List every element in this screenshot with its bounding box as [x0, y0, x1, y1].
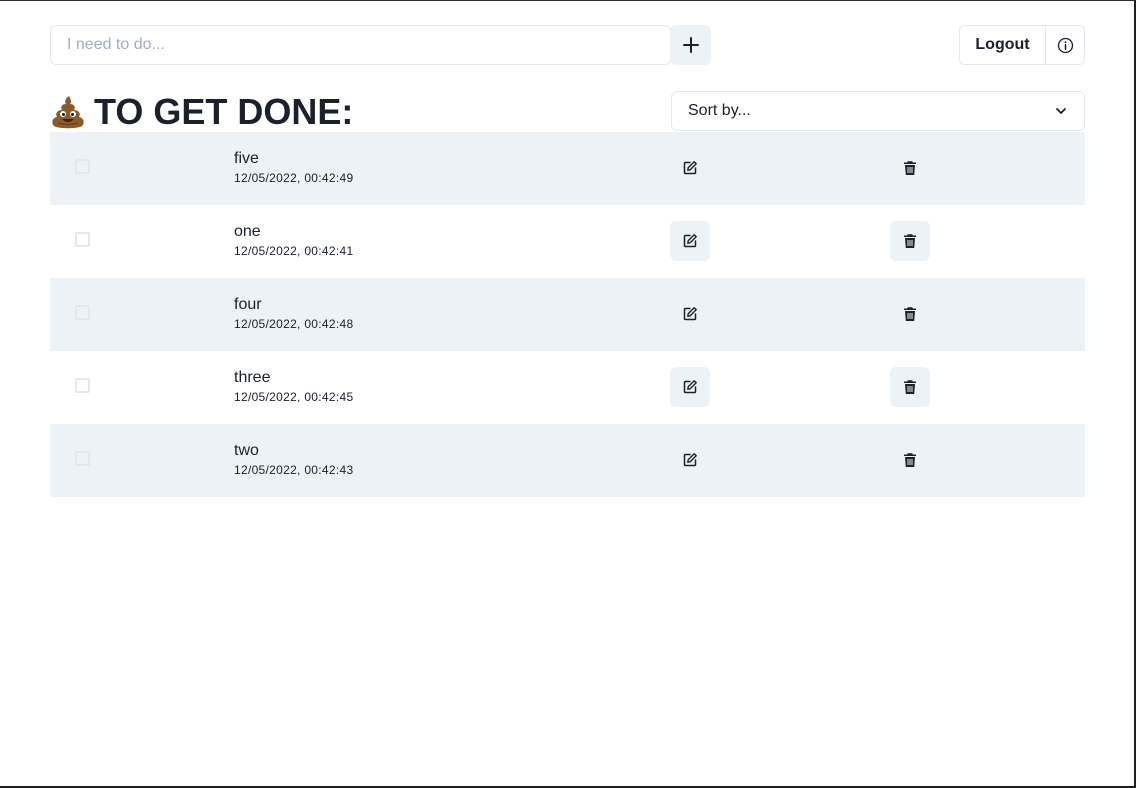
- trash-icon: [904, 453, 916, 467]
- delete-task-button[interactable]: [890, 221, 930, 261]
- task-date: 12/05/2022, 00:42:45: [234, 390, 354, 404]
- edit-task-button[interactable]: [670, 440, 710, 480]
- task-date: 12/05/2022, 00:42:49: [234, 171, 354, 185]
- chevron-down-icon: [1056, 108, 1066, 114]
- logout-button[interactable]: Logout: [960, 26, 1046, 64]
- delete-task-button[interactable]: [890, 367, 930, 407]
- task-list: five 12/05/2022, 00:42:49 one 12/05/2022…: [50, 132, 1085, 497]
- task-row: four 12/05/2022, 00:42:48: [50, 278, 1085, 351]
- sort-select-value: Sort by...: [688, 102, 751, 119]
- edit-task-button[interactable]: [670, 221, 710, 261]
- edit-icon: [683, 453, 697, 467]
- task-title: one: [234, 223, 261, 240]
- task-checkbox[interactable]: [75, 451, 90, 466]
- task-row: two 12/05/2022, 00:42:43: [50, 424, 1085, 497]
- task-title: five: [234, 150, 259, 167]
- plus-icon: [682, 37, 699, 53]
- edit-task-button[interactable]: [670, 294, 710, 334]
- sort-select[interactable]: Sort by...: [671, 91, 1085, 131]
- task-row: one 12/05/2022, 00:42:41: [50, 205, 1085, 278]
- delete-task-button[interactable]: [890, 294, 930, 334]
- edit-icon: [683, 307, 697, 321]
- poop-emoji-icon: [50, 94, 86, 130]
- edit-icon: [683, 380, 697, 394]
- task-title: three: [234, 369, 271, 386]
- trash-icon: [904, 307, 916, 321]
- edit-task-button[interactable]: [670, 148, 710, 188]
- add-task-button[interactable]: [670, 25, 711, 65]
- edit-icon: [683, 234, 697, 248]
- info-button[interactable]: [1046, 26, 1084, 64]
- delete-task-button[interactable]: [890, 440, 930, 480]
- task-checkbox[interactable]: [75, 159, 90, 174]
- task-title: four: [234, 296, 262, 313]
- edit-task-button[interactable]: [670, 367, 710, 407]
- auth-controls: Logout: [959, 25, 1085, 65]
- page-title: TO GET DONE:: [50, 91, 354, 132]
- task-date: 12/05/2022, 00:42:41: [234, 244, 354, 258]
- task-checkbox[interactable]: [75, 305, 90, 320]
- trash-icon: [904, 380, 916, 394]
- delete-task-button[interactable]: [890, 148, 930, 188]
- task-title: two: [234, 442, 259, 459]
- task-date: 12/05/2022, 00:42:48: [234, 317, 354, 331]
- task-checkbox[interactable]: [75, 378, 90, 393]
- edit-icon: [683, 161, 697, 175]
- task-checkbox[interactable]: [75, 232, 90, 247]
- heading-text: TO GET DONE:: [94, 91, 354, 132]
- new-task-input[interactable]: [50, 25, 671, 65]
- task-row: three 12/05/2022, 00:42:45: [50, 351, 1085, 424]
- task-date: 12/05/2022, 00:42:43: [234, 463, 354, 477]
- task-row: five 12/05/2022, 00:42:49: [50, 132, 1085, 205]
- trash-icon: [904, 161, 916, 175]
- info-icon: [1057, 37, 1073, 53]
- trash-icon: [904, 234, 916, 248]
